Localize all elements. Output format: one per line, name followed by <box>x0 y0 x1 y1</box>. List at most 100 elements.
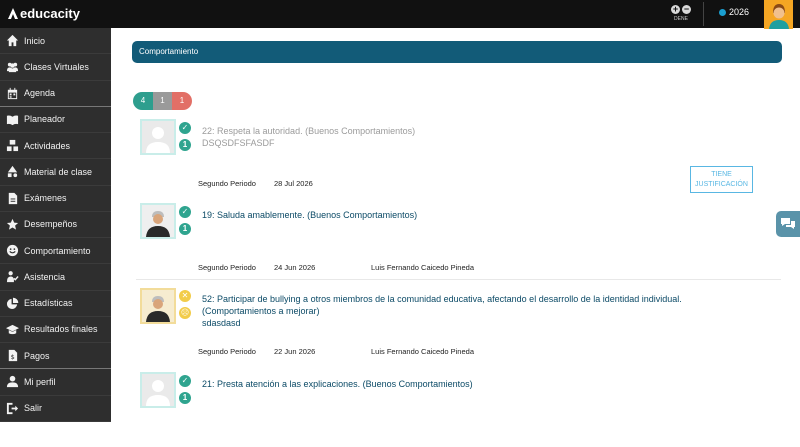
home-icon <box>6 34 19 47</box>
student-photo <box>140 372 176 408</box>
sidebar-item-asistencia[interactable]: Asistencia <box>0 264 111 291</box>
check-icon: ✓ <box>179 206 191 218</box>
teacher-label: Luis Fernando Caicedo Pineda <box>371 347 474 356</box>
svg-text:$: $ <box>11 353 15 361</box>
sidebar-item-label: Exámenes <box>24 193 67 204</box>
top-bar: educacity + − DENE 2026 <box>0 0 800 29</box>
zoom-controls: + − DENE <box>669 4 693 24</box>
behavior-counters: 4 1 1 <box>133 92 192 110</box>
sidebar-item-label: Actividades <box>24 140 71 151</box>
users-icon <box>6 60 19 73</box>
student-photo <box>140 288 176 324</box>
count-badge: 1 <box>179 223 191 235</box>
section-header: Comportamiento <box>132 41 782 63</box>
year-label: 2026 <box>729 7 750 17</box>
zoom-label: DENE <box>674 16 688 22</box>
sidebar: Inicio Clases Virtuales Agenda Planeador… <box>0 28 111 422</box>
sidebar-item-pagos[interactable]: $ Pagos <box>0 343 111 370</box>
sidebar-item-label: Inicio <box>24 35 46 46</box>
sidebar-item-label: Planeador <box>24 114 66 125</box>
good-counter[interactable]: 4 <box>133 92 153 110</box>
list-item: ✓ 1 19: Saluda amablemente. (Buenos Comp… <box>136 203 781 275</box>
person-check-icon <box>6 270 19 283</box>
user-avatar[interactable] <box>764 0 793 29</box>
sidebar-item-label: Clases Virtuales <box>24 61 89 72</box>
sidebar-item-examenes[interactable]: Exámenes <box>0 186 111 212</box>
sidebar-item-label: Comportamiento <box>24 245 91 256</box>
app-logo[interactable]: educacity <box>8 6 80 21</box>
sidebar-item-estadisticas[interactable]: Estadísticas <box>0 291 111 317</box>
year-dot-icon <box>719 8 726 16</box>
behavior-title: 52: Participar de bullying a otros miemb… <box>202 294 682 304</box>
calendar-icon <box>6 87 19 100</box>
sidebar-item-label: Material de clase <box>24 166 93 177</box>
logout-icon <box>6 402 19 415</box>
sidebar-item-label: Asistencia <box>24 271 66 282</box>
divider <box>136 279 781 280</box>
date-label: 24 Jun 2026 <box>274 263 316 272</box>
behavior-title: 21: Presta atención a las explicaciones.… <box>202 379 473 389</box>
graduation-cap-icon <box>6 323 19 336</box>
justification-button[interactable]: TIENE JUSTIFICACIÓN <box>690 166 753 193</box>
logo-icon <box>8 8 18 19</box>
user-icon <box>6 375 19 388</box>
chat-button[interactable] <box>776 211 800 237</box>
chat-icon <box>781 218 795 229</box>
sidebar-item-inicio[interactable]: Inicio <box>0 28 111 55</box>
sidebar-item-label: Mi perfil <box>24 376 56 387</box>
behavior-note: sdasdasd <box>202 318 241 328</box>
year-selector[interactable]: 2026 <box>719 7 749 17</box>
date-label: 28 Jul 2026 <box>274 179 313 188</box>
zoom-in-button[interactable]: + <box>671 5 680 14</box>
blocks-icon <box>6 139 19 152</box>
sidebar-item-label: Desempeños <box>24 219 78 230</box>
sidebar-item-label: Agenda <box>24 88 56 99</box>
file-icon <box>6 192 19 205</box>
behavior-category: (Comportamientos a mejorar) <box>202 306 320 316</box>
behavior-title: 19: Saluda amablemente. (Buenos Comporta… <box>202 210 418 220</box>
behavior-title: 22: Respeta la autoridad. (Buenos Compor… <box>202 126 416 136</box>
sidebar-item-label: Estadísticas <box>24 298 73 309</box>
count-badge: 1 <box>179 139 191 151</box>
sidebar-item-label: Resultados finales <box>24 324 98 335</box>
bad-counter[interactable]: 1 <box>172 92 192 110</box>
count-badge: 1 <box>179 392 191 404</box>
sidebar-item-agenda[interactable]: Agenda <box>0 81 111 107</box>
zoom-out-button[interactable]: − <box>682 5 691 14</box>
pie-chart-icon <box>6 297 19 310</box>
check-icon: ✓ <box>179 375 191 387</box>
shapes-icon <box>6 165 19 178</box>
period-label: Segundo Periodo <box>198 179 256 188</box>
neutral-counter[interactable]: 1 <box>153 92 172 110</box>
sidebar-item-label: Salir <box>24 403 43 414</box>
smile-icon <box>6 244 19 257</box>
check-icon: ✓ <box>179 122 191 134</box>
star-icon <box>6 218 19 231</box>
sidebar-item-label: Pagos <box>24 350 50 361</box>
period-label: Segundo Periodo <box>198 263 256 272</box>
sad-face-icon: ☹ <box>179 307 191 319</box>
sidebar-item-mi-perfil[interactable]: Mi perfil <box>0 369 111 396</box>
sidebar-item-clases-virtuales[interactable]: Clases Virtuales <box>0 54 111 81</box>
sidebar-item-planeador[interactable]: Planeador <box>0 107 111 133</box>
sidebar-item-salir[interactable]: Salir <box>0 396 111 422</box>
list-item: ✓ 1 21: Presta atención a las explicacio… <box>136 372 781 422</box>
sidebar-item-comportamiento[interactable]: Comportamiento <box>0 238 111 265</box>
student-photo <box>140 203 176 239</box>
list-item: ✓ 1 22: Respeta la autoridad. (Buenos Co… <box>136 117 781 192</box>
student-photo <box>140 119 176 155</box>
topbar-divider <box>703 2 704 26</box>
book-icon <box>6 113 19 126</box>
sidebar-item-material-de-clase[interactable]: Material de clase <box>0 159 111 186</box>
date-label: 22 Jun 2026 <box>274 347 316 356</box>
logo-text: educacity <box>20 6 80 21</box>
list-item: ✕ ☹ 52: Participar de bullying a otros m… <box>136 287 781 359</box>
sidebar-item-actividades[interactable]: Actividades <box>0 133 111 160</box>
dollar-doc-icon: $ <box>6 349 19 362</box>
x-icon: ✕ <box>179 290 191 302</box>
teacher-label: Luis Fernando Caicedo Pineda <box>371 263 474 272</box>
sidebar-item-resultados-finales[interactable]: Resultados finales <box>0 317 111 343</box>
sidebar-item-desempenos[interactable]: Desempeños <box>0 212 111 238</box>
behavior-note: DSQSDFSFASDF <box>202 138 275 148</box>
period-label: Segundo Periodo <box>198 347 256 356</box>
